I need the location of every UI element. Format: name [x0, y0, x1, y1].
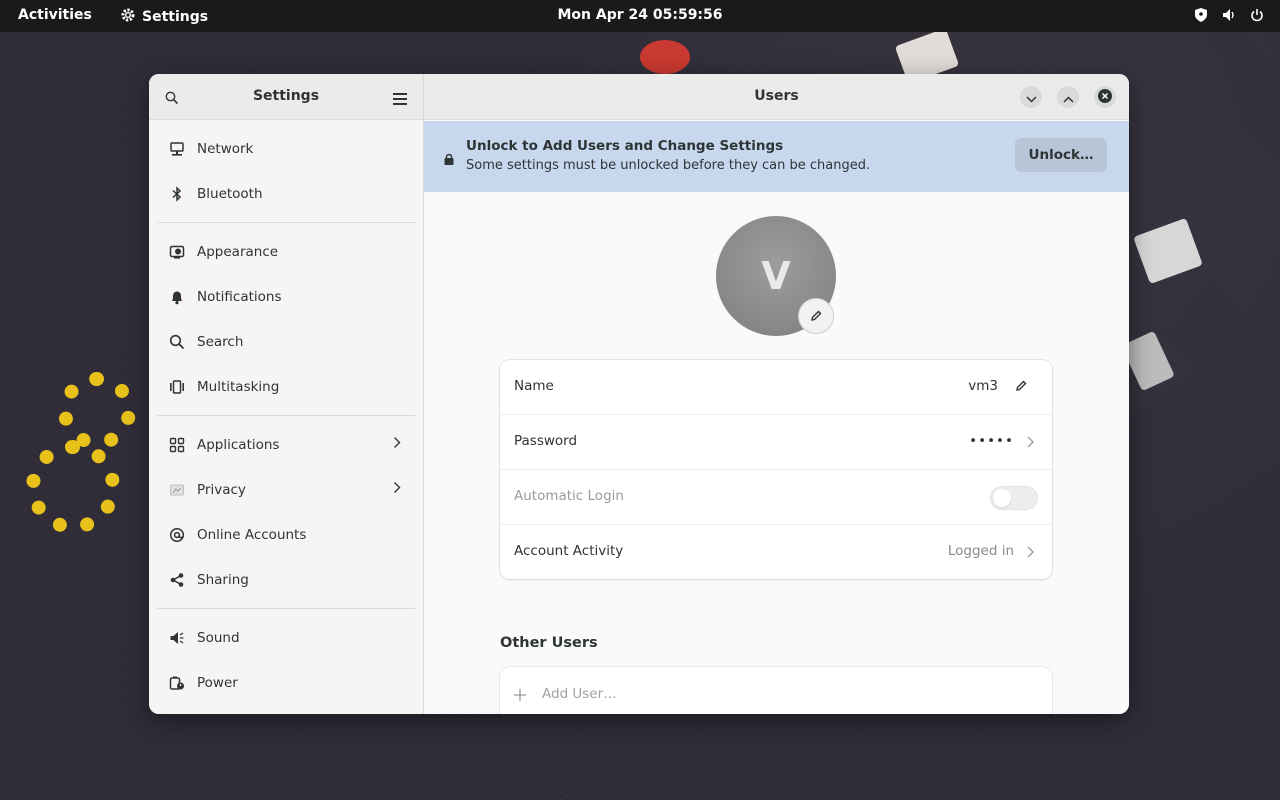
chevron-right-icon [393, 481, 401, 498]
multitasking-icon [169, 379, 185, 395]
system-tray[interactable] [1194, 8, 1264, 22]
sidebar-item-label: Applications [197, 436, 280, 453]
at-icon [169, 527, 185, 543]
sidebar-item-notifications[interactable]: Notifications [149, 274, 423, 319]
sidebar-item-label: Sound [197, 629, 240, 646]
wallpaper-device-decoration [1121, 330, 1175, 392]
sidebar-divider [157, 222, 415, 223]
close-button[interactable] [1094, 86, 1116, 108]
sidebar-divider [157, 608, 415, 609]
main-header: Users [424, 74, 1129, 120]
sidebar-item-multitasking[interactable]: Multitasking [149, 364, 423, 409]
chevron-up-icon [1062, 88, 1074, 107]
automatic-login-row: Automatic Login [500, 470, 1052, 525]
sidebar-item-appearance[interactable]: Appearance [149, 229, 423, 274]
account-activity-row[interactable]: Account Activity Logged in [500, 525, 1052, 580]
sidebar-item-online-accounts[interactable]: Online Accounts [149, 512, 423, 557]
privacy-icon [169, 482, 185, 498]
lock-icon [444, 150, 454, 169]
automatic-login-label: Automatic Login [514, 488, 624, 504]
wallpaper-gear-decoration [26, 440, 120, 534]
unlock-button[interactable]: Unlock… [1015, 138, 1107, 172]
hamburger-menu-icon[interactable] [393, 90, 407, 109]
sidebar-item-label: Power [197, 674, 238, 691]
clock[interactable]: Mon Apr 24 05:59:56 [0, 7, 1280, 23]
sidebar-item-label: Bluetooth [197, 185, 263, 202]
sidebar: Settings Network Bluetooth Appearance No… [149, 74, 424, 714]
shield-icon[interactable] [1194, 8, 1208, 22]
sidebar-item-sound[interactable]: Sound [149, 615, 423, 660]
network-icon [169, 141, 185, 157]
sidebar-item-privacy[interactable]: Privacy [149, 467, 423, 512]
sidebar-item-label: Network [197, 140, 254, 157]
sidebar-item-power[interactable]: Power [149, 660, 423, 705]
chevron-down-icon [1025, 88, 1037, 107]
sidebar-item-network[interactable]: Network [149, 126, 423, 171]
user-details-card: Name vm3 Password ••••• Automatic Login … [500, 360, 1052, 579]
search-icon [169, 334, 185, 350]
sidebar-item-label: Online Accounts [197, 526, 307, 543]
unlock-banner: Unlock to Add Users and Change Settings … [424, 121, 1129, 192]
sidebar-list: Network Bluetooth Appearance Notificatio… [149, 120, 423, 705]
banner-subtitle: Some settings must be unlocked before th… [466, 158, 871, 173]
top-bar: Activities Settings Mon Apr 24 05:59:56 [0, 0, 1280, 32]
share-icon [169, 572, 185, 588]
sidebar-item-label: Search [197, 333, 244, 350]
sidebar-item-label: Multitasking [197, 378, 280, 395]
close-icon [1098, 88, 1112, 107]
sidebar-item-sharing[interactable]: Sharing [149, 557, 423, 602]
sidebar-item-bluetooth[interactable]: Bluetooth [149, 171, 423, 216]
wallpaper-gear-decoration [58, 372, 136, 450]
chevron-right-icon [1027, 436, 1034, 452]
chevron-right-icon [393, 436, 401, 453]
apps-grid-icon [169, 437, 185, 453]
add-user-label: Add User… [542, 686, 617, 702]
plus-icon [514, 685, 526, 706]
bell-icon [169, 289, 185, 305]
other-users-heading: Other Users [500, 635, 598, 651]
bluetooth-icon [169, 185, 185, 202]
power-icon[interactable] [1250, 8, 1264, 22]
speaker-icon [169, 630, 185, 646]
name-value: vm3 [968, 378, 998, 394]
password-row[interactable]: Password ••••• [500, 415, 1052, 470]
name-row: Name vm3 [500, 360, 1052, 415]
wallpaper-red-decoration [640, 40, 690, 74]
account-activity-label: Account Activity [514, 543, 624, 559]
banner-title: Unlock to Add Users and Change Settings [466, 138, 784, 154]
automatic-login-toggle[interactable] [990, 486, 1038, 510]
edit-avatar-button[interactable] [798, 298, 834, 334]
sidebar-item-label: Sharing [197, 571, 249, 588]
add-user-row[interactable]: Add User… [500, 667, 1052, 714]
sidebar-divider [157, 415, 415, 416]
settings-window: Settings Network Bluetooth Appearance No… [149, 74, 1129, 714]
sidebar-title: Settings [252, 88, 320, 104]
account-activity-value: Logged in [947, 543, 1014, 559]
mouse-cursor-icon [565, 792, 574, 800]
maximize-button[interactable] [1057, 86, 1079, 108]
appearance-icon [169, 244, 185, 260]
volume-icon[interactable] [1222, 8, 1236, 22]
sidebar-item-applications[interactable]: Applications [149, 422, 423, 467]
wallpaper-magnifier-decoration [1133, 217, 1203, 285]
chevron-right-icon [1027, 546, 1034, 562]
sidebar-item-label: Privacy [197, 481, 246, 498]
name-label: Name [514, 378, 554, 394]
sidebar-header: Settings [149, 74, 423, 120]
main-panel: Users Unlock to Add Users and Change Set… [424, 74, 1129, 714]
edit-name-pencil-icon[interactable] [1015, 379, 1028, 396]
sidebar-item-search[interactable]: Search [149, 319, 423, 364]
password-value: ••••• [969, 433, 1014, 449]
password-label: Password [514, 433, 578, 449]
power-battery-icon [169, 675, 185, 691]
sidebar-item-label: Notifications [197, 288, 282, 305]
minimize-button[interactable] [1020, 86, 1042, 108]
sidebar-item-label: Appearance [197, 243, 279, 260]
pencil-icon [810, 307, 823, 326]
